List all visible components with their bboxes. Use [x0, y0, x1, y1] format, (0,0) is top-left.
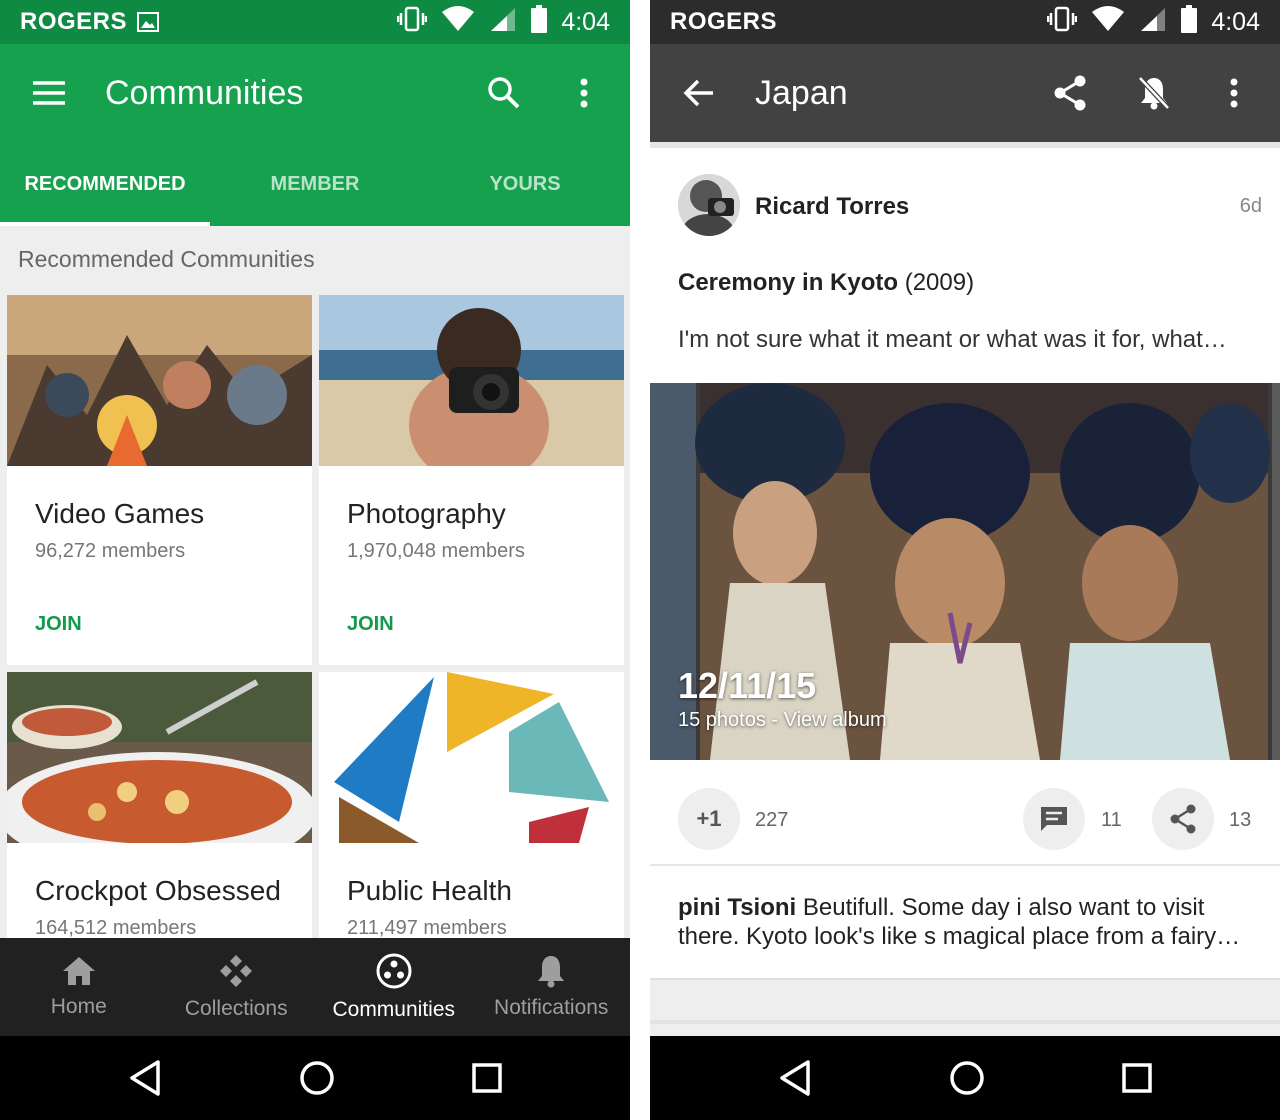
plus-one-label: +1: [696, 806, 722, 831]
next-post-placeholder: [650, 978, 1280, 1036]
community-name: Video Games: [35, 498, 205, 529]
post-text[interactable]: I'm not sure what it meant or what was i…: [678, 326, 1227, 354]
community-name: Photography: [347, 498, 506, 529]
community-name: Crockpot Obsessed: [35, 875, 281, 906]
tab-recommended[interactable]: RECOMMENDED: [0, 142, 210, 226]
vibrate-icon: [1047, 6, 1078, 39]
comment-count: 11: [1101, 809, 1122, 831]
nav-collections-label: Collections: [184, 997, 288, 1020]
nav-communities[interactable]: Communities: [315, 938, 473, 1036]
carrier-name: ROGERS: [670, 8, 778, 35]
plus-one-count: 227: [755, 809, 789, 831]
community-card[interactable]: Photography 1,970,048 members JOIN: [319, 295, 624, 665]
wifi-icon: [441, 5, 475, 39]
share-button[interactable]: [1152, 788, 1214, 850]
community-members: 164,512 members: [35, 917, 197, 939]
system-navigation-bar: [0, 1036, 630, 1120]
join-button[interactable]: JOIN: [35, 613, 82, 636]
status-bar: ROGERS 4:04: [0, 0, 630, 44]
page-title: Japan: [755, 73, 848, 112]
comment-button[interactable]: [1023, 788, 1085, 850]
search-icon[interactable]: [472, 61, 536, 125]
vibrate-icon: [397, 6, 428, 39]
communities-screen: ROGERS 4:04 Communities RECOMMENDED MEMB…: [0, 0, 630, 1120]
share-icon: [1170, 804, 1196, 834]
app-bar: Japan: [650, 44, 1280, 142]
battery-icon: [531, 4, 548, 40]
post-age: 6d: [1239, 195, 1262, 217]
clock: 4:04: [561, 7, 610, 36]
comment-author: pini Tsioni: [678, 894, 797, 921]
recents-icon[interactable]: [471, 1063, 502, 1093]
tab-member[interactable]: MEMBER: [210, 142, 420, 226]
post-author[interactable]: Ricard Torres: [755, 193, 909, 221]
nav-notifications-label: Notifications: [494, 996, 609, 1019]
section-title: Recommended Communities: [18, 246, 315, 272]
status-bar: ROGERS 4:04: [650, 0, 1280, 44]
tab-bar: RECOMMENDED MEMBER YOURS: [0, 142, 630, 226]
post-title-year: (2009): [898, 269, 975, 296]
community-members: 1,970,048 members: [347, 540, 525, 562]
wifi-icon: [1091, 5, 1125, 39]
community-image: [7, 672, 312, 843]
more-options-icon[interactable]: [1202, 61, 1266, 125]
back-icon[interactable]: [128, 1059, 162, 1097]
nav-home-label: Home: [50, 995, 107, 1018]
bell-icon: [538, 956, 565, 988]
join-button[interactable]: JOIN: [347, 613, 394, 636]
community-post-screen: ROGERS 4:04 Japan Ricard Torres 6d Cerem…: [650, 0, 1280, 1120]
community-card[interactable]: Public Health 211,497 members: [319, 672, 624, 939]
post-title-main: Ceremony in Kyoto: [678, 269, 899, 296]
community-members: 96,272 members: [35, 540, 186, 562]
nav-home[interactable]: Home: [0, 938, 158, 1036]
album-date: 12/11/15: [678, 665, 817, 706]
arrow-back-icon[interactable]: [667, 61, 731, 125]
share-icon[interactable]: [1038, 61, 1102, 125]
collections-icon: [220, 955, 253, 987]
signal-icon: [489, 6, 517, 39]
community-card[interactable]: Video Games 96,272 members JOIN: [7, 295, 312, 665]
community-members: 211,497 members: [347, 917, 507, 939]
photo-album[interactable]: 12/11/15 15 photos - View album: [650, 383, 1280, 760]
nav-communities-label: Communities: [332, 998, 456, 1021]
nav-notifications[interactable]: Notifications: [473, 938, 631, 1036]
divider: [650, 864, 1280, 866]
tab-yours[interactable]: YOURS: [420, 142, 630, 226]
plus-one-button[interactable]: +1: [678, 788, 740, 850]
community-image: [319, 295, 624, 466]
carrier-name: ROGERS: [20, 8, 128, 35]
view-album-link[interactable]: 15 photos - View album: [678, 709, 887, 732]
page-title: Communities: [105, 73, 304, 112]
post-title: Ceremony in Kyoto (2009): [678, 269, 974, 297]
home-button-icon[interactable]: [299, 1060, 335, 1096]
more-options-icon[interactable]: [552, 61, 616, 125]
notifications-off-icon[interactable]: [1122, 61, 1186, 125]
community-image: [319, 672, 624, 843]
back-icon[interactable]: [778, 1059, 812, 1097]
image-notification-icon: [137, 12, 160, 32]
communities-icon: [376, 953, 412, 989]
battery-icon: [1181, 4, 1198, 40]
divider: [650, 142, 1280, 148]
signal-icon: [1139, 6, 1167, 39]
comment-icon: [1041, 807, 1067, 831]
post-actions: +1 227 11 13: [650, 788, 1280, 852]
community-image: [7, 295, 312, 466]
home-icon: [62, 957, 95, 985]
home-button-icon[interactable]: [949, 1060, 985, 1096]
screen-divider: [630, 0, 650, 1120]
nav-collections[interactable]: Collections: [158, 938, 316, 1036]
comment-preview[interactable]: pini Tsioni Beutifull. Some day i also w…: [678, 893, 1258, 951]
menu-icon[interactable]: [17, 61, 81, 125]
system-navigation-bar: [650, 1036, 1280, 1120]
clock: 4:04: [1211, 7, 1260, 36]
bottom-navigation: Home Collections Communities Notificatio…: [0, 938, 630, 1036]
recents-icon[interactable]: [1121, 1063, 1152, 1093]
community-name: Public Health: [347, 875, 512, 906]
app-bar: Communities: [0, 44, 630, 142]
share-count: 13: [1229, 809, 1252, 831]
avatar[interactable]: [678, 174, 740, 236]
community-card[interactable]: Crockpot Obsessed 164,512 members: [7, 672, 312, 939]
